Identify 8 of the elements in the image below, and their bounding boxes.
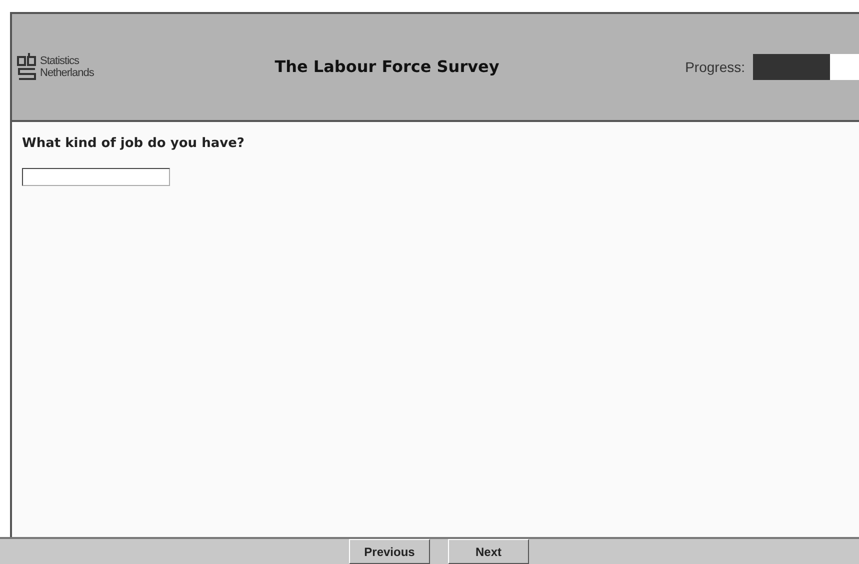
survey-title: The Labour Force Survey <box>274 56 500 78</box>
previous-button[interactable]: Previous <box>349 539 430 564</box>
question-text: What kind of job do you have? <box>22 135 246 153</box>
answer-field[interactable] <box>22 168 170 186</box>
next-button[interactable]: Next <box>448 539 529 564</box>
progress-label: Progress: <box>685 58 745 77</box>
logo-text: Statistics Netherlands <box>40 55 94 79</box>
logo-icon <box>17 53 37 81</box>
